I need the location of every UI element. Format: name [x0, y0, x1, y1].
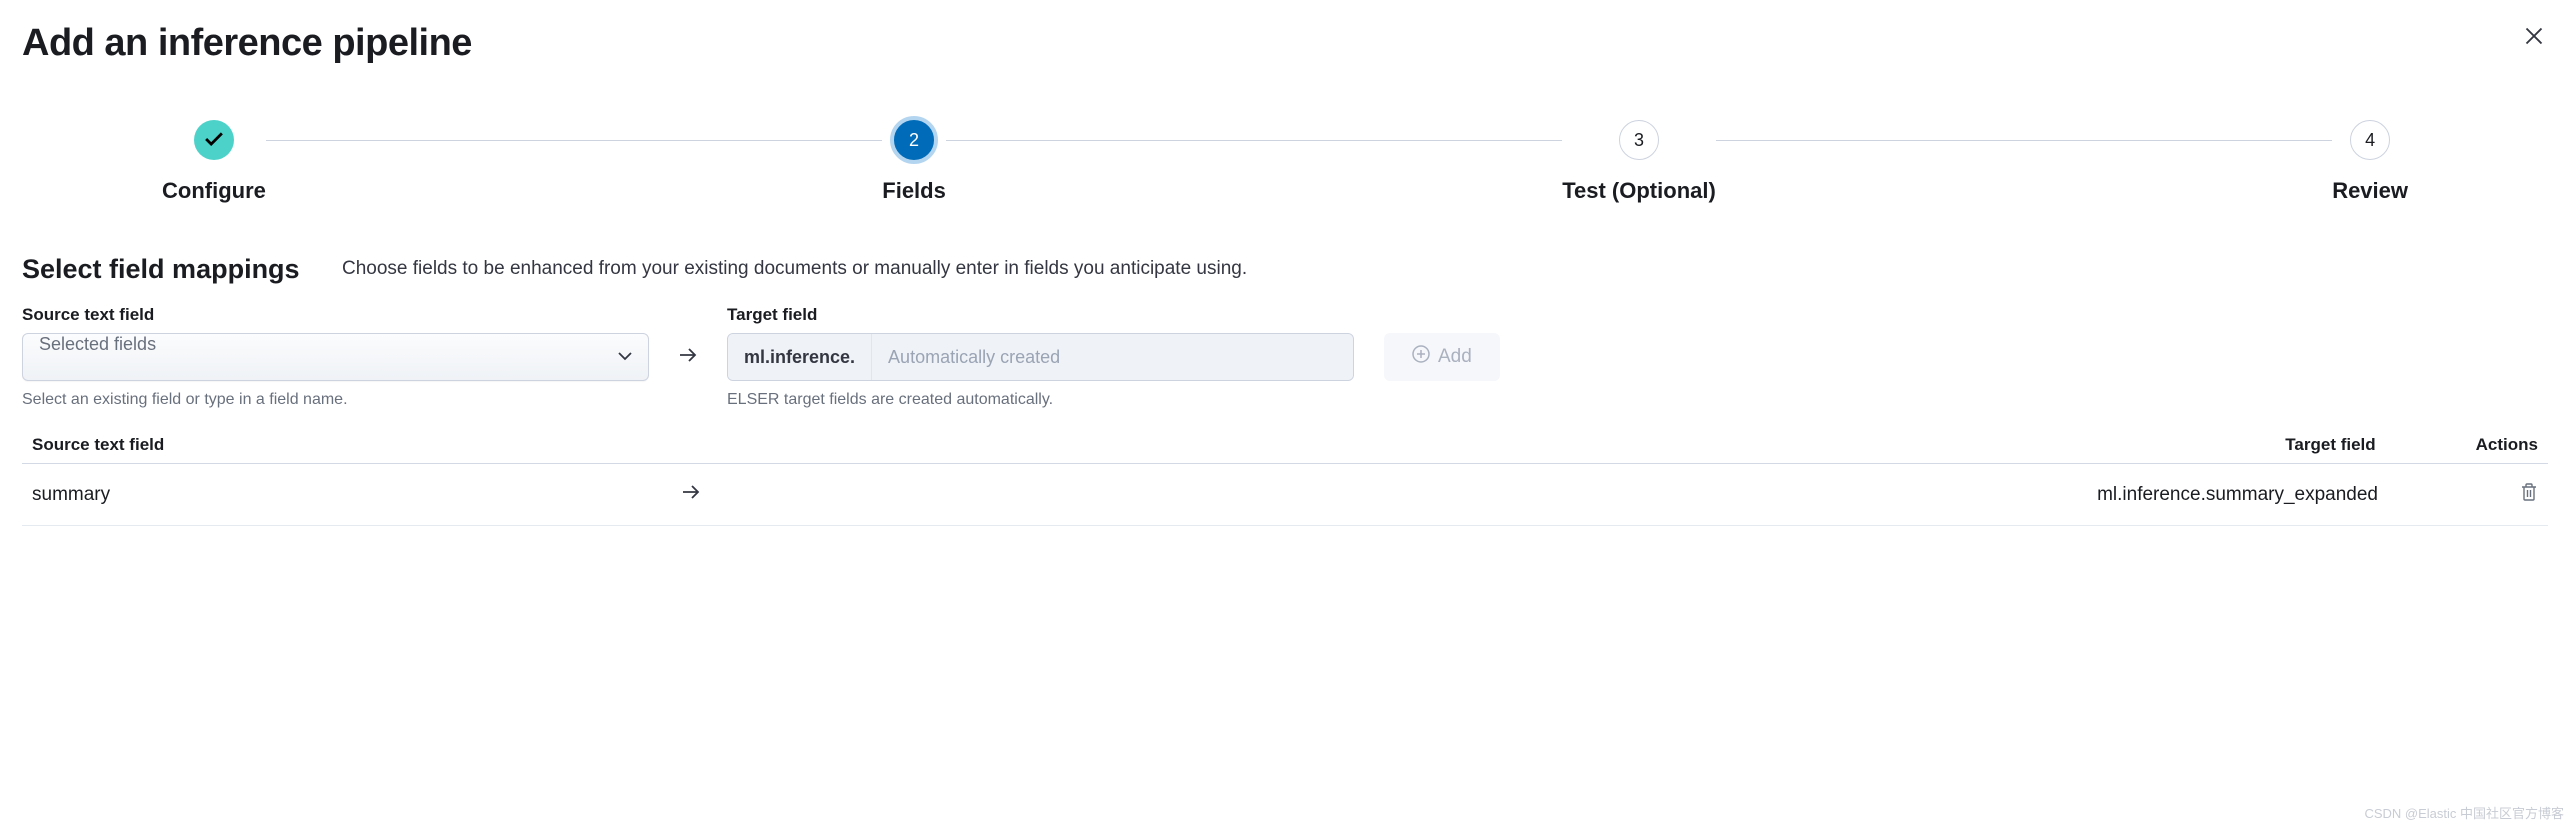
step-connector [266, 140, 882, 141]
step-fields[interactable]: 2 Fields [882, 120, 946, 204]
step-number: 3 [1619, 120, 1659, 160]
section-title: Select field mappings [22, 254, 302, 285]
close-button[interactable] [2520, 22, 2548, 55]
chevron-down-icon [617, 348, 633, 366]
target-prefix: ml.inference. [728, 334, 872, 380]
step-label: Test (Optional) [1562, 178, 1716, 204]
add-button[interactable]: Add [1384, 333, 1500, 381]
row-target: ml.inference.summary_expanded [762, 484, 2478, 506]
target-field-input[interactable] [872, 334, 1353, 380]
source-help-text: Select an existing field or type in a fi… [22, 391, 649, 409]
step-number: 4 [2350, 120, 2390, 160]
step-test[interactable]: 3 Test (Optional) [1562, 120, 1716, 204]
arrow-right-icon [682, 485, 700, 504]
page-title: Add an inference pipeline [22, 22, 472, 65]
table-row: summary ml.inference.summary_expanded [22, 464, 2548, 526]
step-label: Fields [882, 178, 946, 204]
source-field-select[interactable]: Selected fields [22, 333, 649, 381]
delete-row-button[interactable] [2520, 489, 2538, 506]
trash-icon [2520, 489, 2538, 506]
watermark: CSDN @Elastic 中国社区官方博客 [2364, 803, 2564, 822]
close-icon [2524, 33, 2544, 50]
plus-circle-icon [1412, 345, 1430, 369]
mappings-table: Source text field Target field Actions s… [22, 427, 2548, 526]
row-source: summary [32, 484, 682, 506]
step-configure[interactable]: Configure [162, 120, 266, 204]
section-description: Choose fields to be enhanced from your e… [342, 254, 1247, 280]
table-header-source: Source text field [32, 435, 682, 455]
source-field-label: Source text field [22, 305, 649, 325]
add-button-label: Add [1438, 346, 1472, 368]
table-header-actions: Actions [2476, 435, 2538, 455]
target-help-text: ELSER target fields are created automati… [727, 391, 1354, 409]
step-label: Review [2332, 178, 2408, 204]
step-connector [946, 140, 1562, 141]
target-field-label: Target field [727, 305, 1354, 325]
step-label: Configure [162, 178, 266, 204]
step-review[interactable]: 4 Review [2332, 120, 2408, 204]
step-number: 2 [890, 116, 938, 164]
arrow-right-icon [679, 348, 697, 367]
check-icon [194, 120, 234, 160]
stepper: Configure 2 Fields 3 Test (Optional) 4 R… [22, 120, 2548, 204]
step-connector [1716, 140, 2332, 141]
table-header-target: Target field [762, 435, 2476, 455]
